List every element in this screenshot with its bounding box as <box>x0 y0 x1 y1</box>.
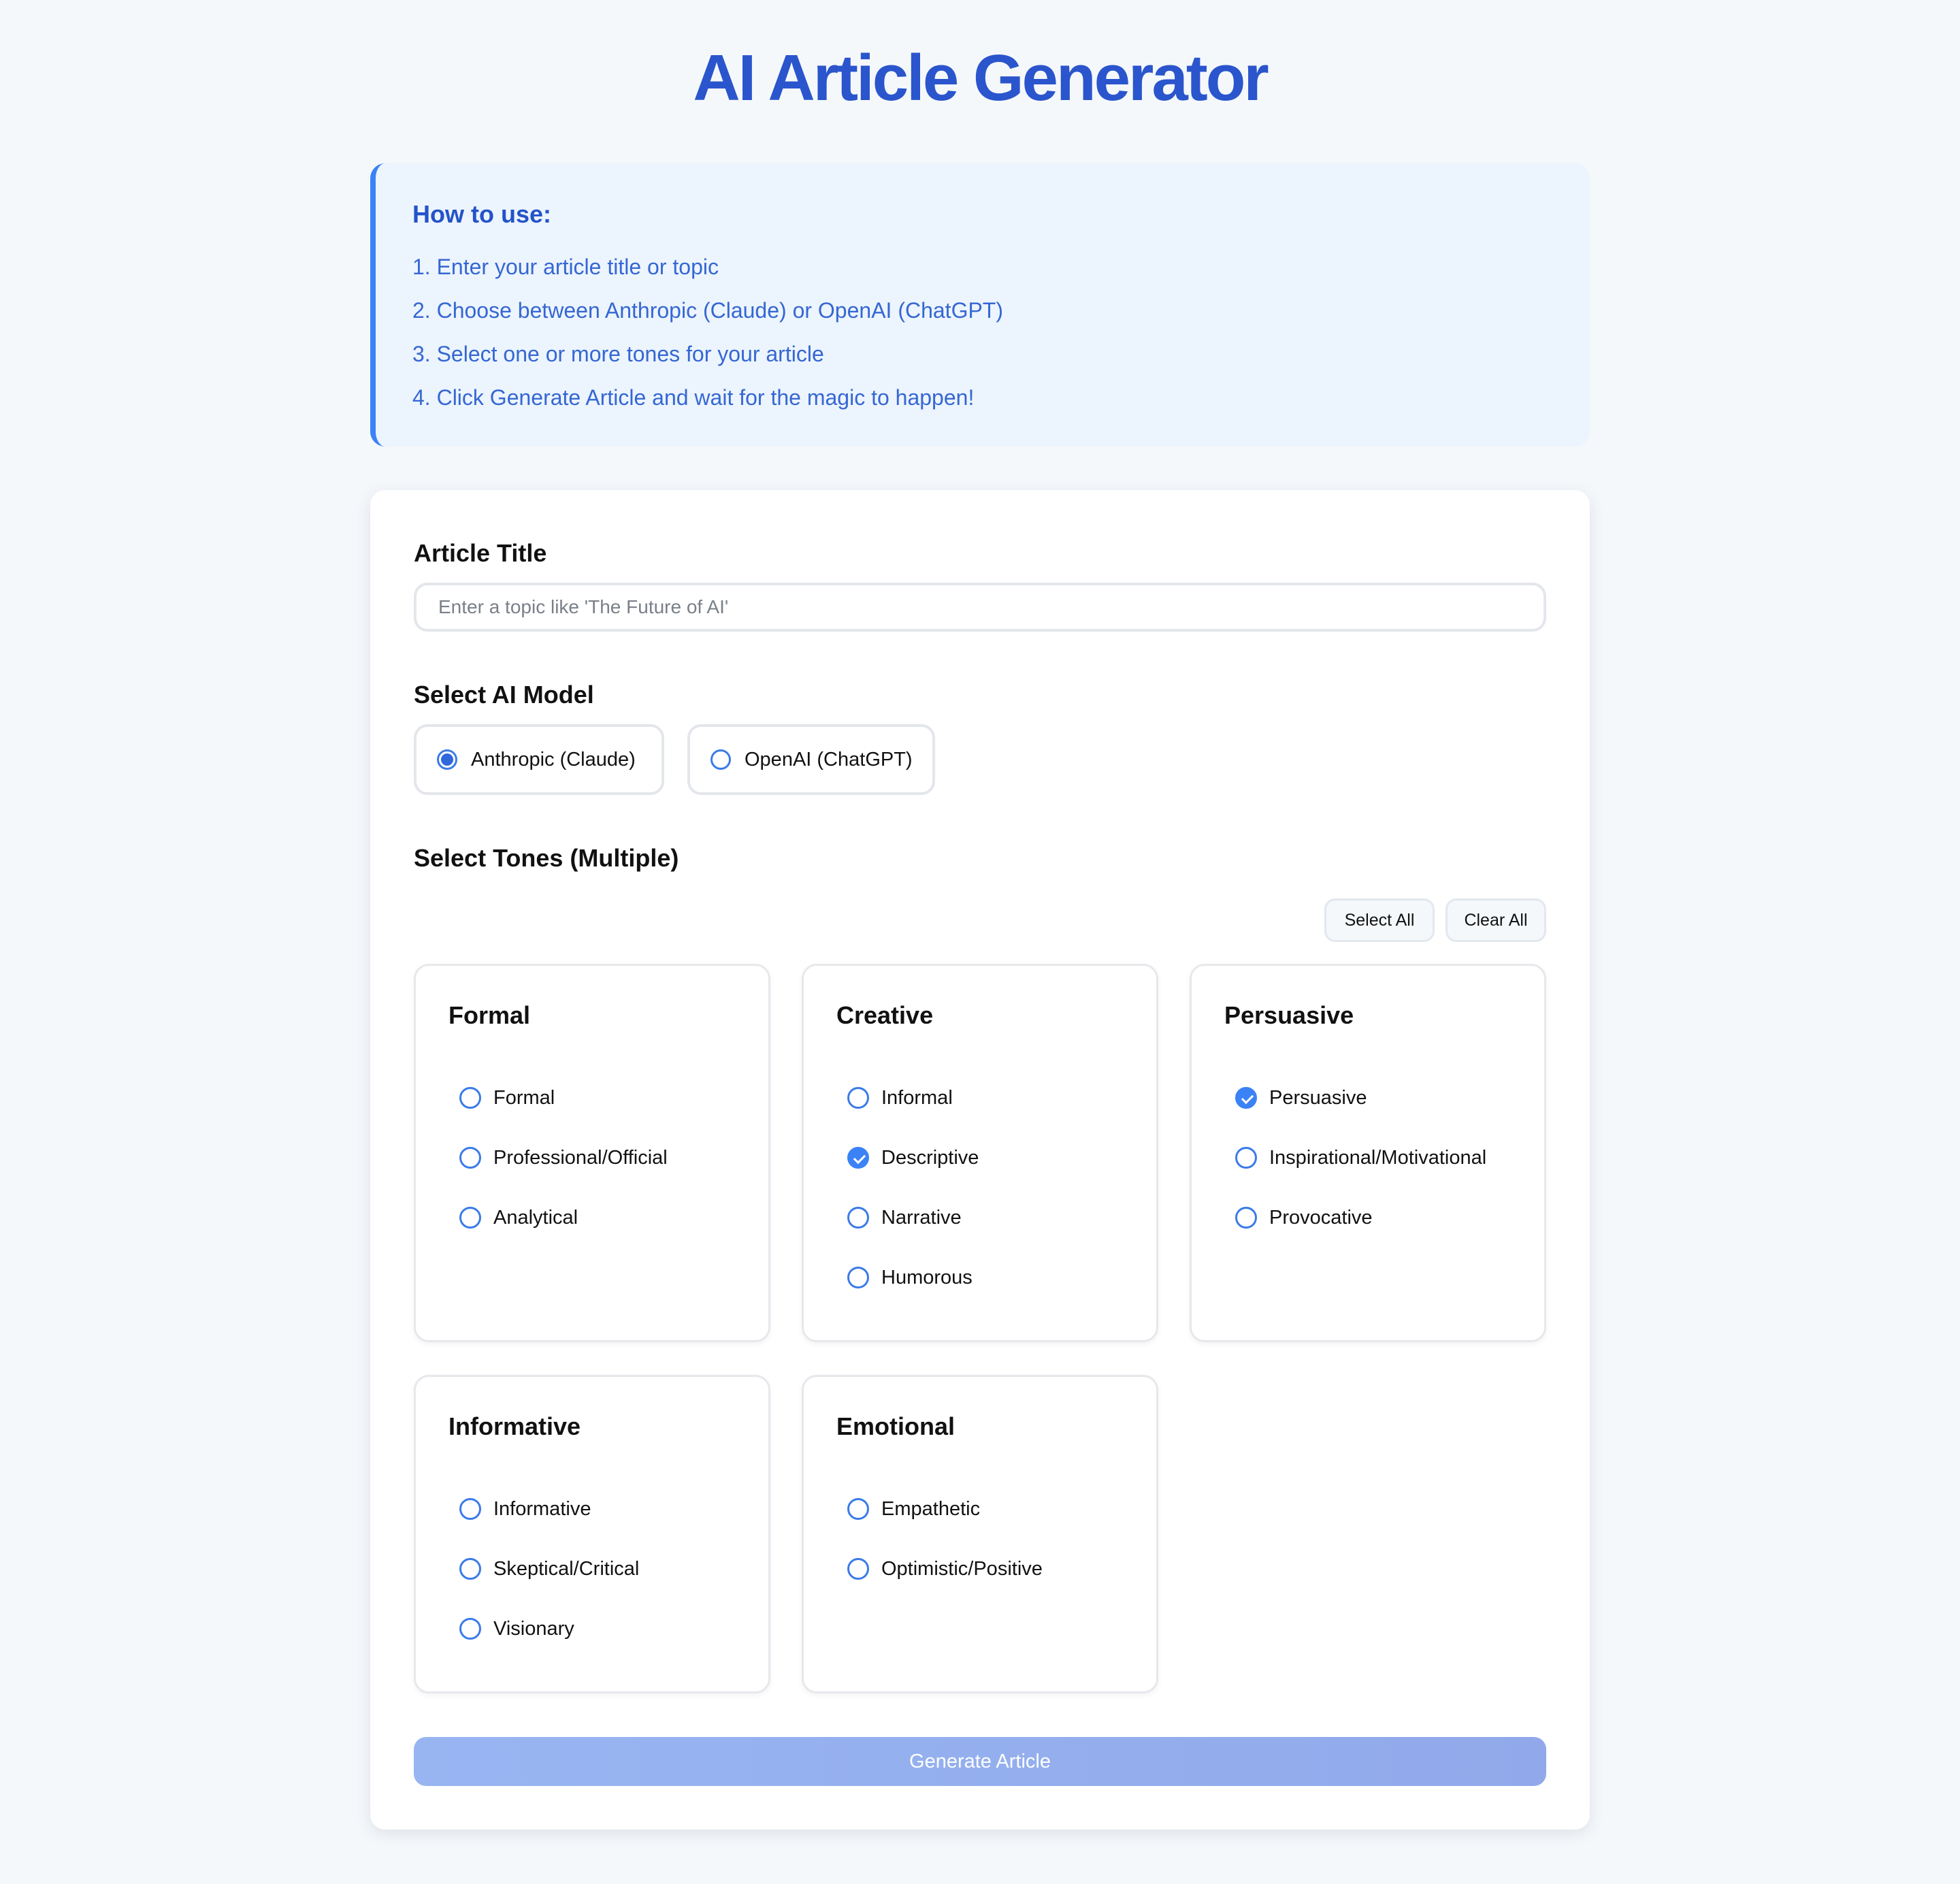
tone-option[interactable]: Informal <box>847 1068 979 1128</box>
how-to-use-panel: How to use: 1. Enter your article title … <box>370 163 1590 446</box>
article-title-input[interactable] <box>414 583 1546 632</box>
tone-group-persuasive: Persuasive Persuasive Inspirational/Moti… <box>1190 964 1546 1342</box>
tone-option[interactable]: Skeptical/Critical <box>459 1539 639 1599</box>
checkbox-icon[interactable] <box>459 1207 481 1229</box>
tone-group-title: Emotional <box>836 1412 956 1440</box>
tone-group-emotional: Emotional Empathetic Optimistic/Positive <box>802 1375 1158 1693</box>
checkbox-icon[interactable] <box>847 1558 869 1580</box>
tone-options-list: Informative Skeptical/Critical Visionary <box>459 1479 639 1659</box>
tone-option-label: Skeptical/Critical <box>493 1557 640 1580</box>
tone-option-label: Persuasive <box>1269 1086 1367 1109</box>
checkbox-icon[interactable] <box>847 1498 869 1520</box>
tone-group-creative: Creative Informal Descriptive Narrative … <box>802 964 1158 1342</box>
checkbox-icon[interactable] <box>1235 1147 1257 1169</box>
tone-group-title: Persuasive <box>1224 1001 1354 1029</box>
tone-option-label: Provocative <box>1269 1206 1373 1229</box>
checkbox-icon[interactable] <box>847 1267 869 1288</box>
checkbox-icon[interactable] <box>1235 1207 1257 1229</box>
tone-option-label: Inspirational/Motivational <box>1269 1146 1487 1169</box>
tone-option-label: Descriptive <box>881 1146 979 1169</box>
tone-options-list: Persuasive Inspirational/Motivational Pr… <box>1235 1068 1486 1248</box>
radio-openai-icon[interactable] <box>710 749 731 770</box>
tone-option-label: Informative <box>493 1497 591 1520</box>
model-option-label: OpenAI (ChatGPT) <box>745 748 913 770</box>
how-to-step: 2. Choose between Anthropic (Claude) or … <box>412 298 1003 323</box>
tone-option[interactable]: Professional/Official <box>459 1128 668 1188</box>
tone-option[interactable]: Narrative <box>847 1188 979 1248</box>
tone-group-informative: Informative Informative Skeptical/Critic… <box>414 1375 770 1693</box>
tone-option[interactable]: Provocative <box>1235 1188 1486 1248</box>
checkbox-icon[interactable] <box>459 1087 481 1109</box>
tone-option-label: Visionary <box>493 1617 574 1640</box>
tone-group-title: Creative <box>836 1001 934 1029</box>
tone-options-list: Empathetic Optimistic/Positive <box>847 1479 1043 1599</box>
select-model-label: Select AI Model <box>414 681 594 709</box>
checkbox-icon[interactable] <box>459 1147 481 1169</box>
tone-option-label: Informal <box>881 1086 953 1109</box>
article-title-label: Article Title <box>414 539 547 567</box>
how-to-step: 3. Select one or more tones for your art… <box>412 342 824 366</box>
model-option-label: Anthropic (Claude) <box>471 748 636 770</box>
checkbox-icon[interactable] <box>1235 1087 1257 1109</box>
tone-option[interactable]: Optimistic/Positive <box>847 1539 1043 1599</box>
tone-option-label: Professional/Official <box>493 1146 668 1169</box>
checkbox-icon[interactable] <box>847 1147 869 1169</box>
select-all-button[interactable]: Select All <box>1324 898 1435 942</box>
generator-form-card: Article Title Select AI Model Anthropic … <box>370 490 1590 1830</box>
checkbox-icon[interactable] <box>847 1207 869 1229</box>
tone-option-label: Analytical <box>493 1206 578 1229</box>
tone-option[interactable]: Inspirational/Motivational <box>1235 1128 1486 1188</box>
tone-group-title: Formal <box>448 1001 531 1029</box>
tone-option[interactable]: Empathetic <box>847 1479 1043 1539</box>
tone-options-list: Formal Professional/Official Analytical <box>459 1068 668 1248</box>
checkbox-icon[interactable] <box>847 1087 869 1109</box>
tone-option-label: Narrative <box>881 1206 962 1229</box>
page-title: AI Article Generator <box>693 42 1269 114</box>
model-option-anthropic[interactable]: Anthropic (Claude) <box>414 724 664 795</box>
tone-option[interactable]: Formal <box>459 1068 668 1128</box>
tone-options-list: Informal Descriptive Narrative Humorous <box>847 1068 979 1308</box>
how-to-use-steps: 1. Enter your article title or topic 2. … <box>412 245 1590 419</box>
tone-option-label: Humorous <box>881 1266 973 1288</box>
tone-option-label: Empathetic <box>881 1497 981 1520</box>
page: AI Article Generator How to use: 1. Ente… <box>0 0 1960 1884</box>
checkbox-icon[interactable] <box>459 1618 481 1640</box>
tone-option[interactable]: Persuasive <box>1235 1068 1486 1128</box>
tone-option[interactable]: Visionary <box>459 1599 639 1659</box>
checkbox-icon[interactable] <box>459 1558 481 1580</box>
tone-option-label: Optimistic/Positive <box>881 1557 1043 1580</box>
tone-option[interactable]: Informative <box>459 1479 639 1539</box>
tone-option[interactable]: Analytical <box>459 1188 668 1248</box>
how-to-use-heading: How to use: <box>412 200 551 228</box>
tone-group-formal: Formal Formal Professional/Official Anal… <box>414 964 770 1342</box>
model-option-openai[interactable]: OpenAI (ChatGPT) <box>687 724 935 795</box>
tone-group-title: Informative <box>448 1412 581 1440</box>
select-tones-label: Select Tones (Multiple) <box>414 844 679 872</box>
radio-anthropic-icon[interactable] <box>437 749 457 770</box>
checkbox-icon[interactable] <box>459 1498 481 1520</box>
how-to-step: 4. Click Generate Article and wait for t… <box>412 385 975 410</box>
tone-option-label: Formal <box>493 1086 555 1109</box>
clear-all-button[interactable]: Clear All <box>1446 898 1546 942</box>
generate-article-button[interactable]: Generate Article <box>414 1737 1546 1786</box>
tone-option[interactable]: Descriptive <box>847 1128 979 1188</box>
tone-option[interactable]: Humorous <box>847 1248 979 1308</box>
how-to-step: 1. Enter your article title or topic <box>412 255 719 279</box>
